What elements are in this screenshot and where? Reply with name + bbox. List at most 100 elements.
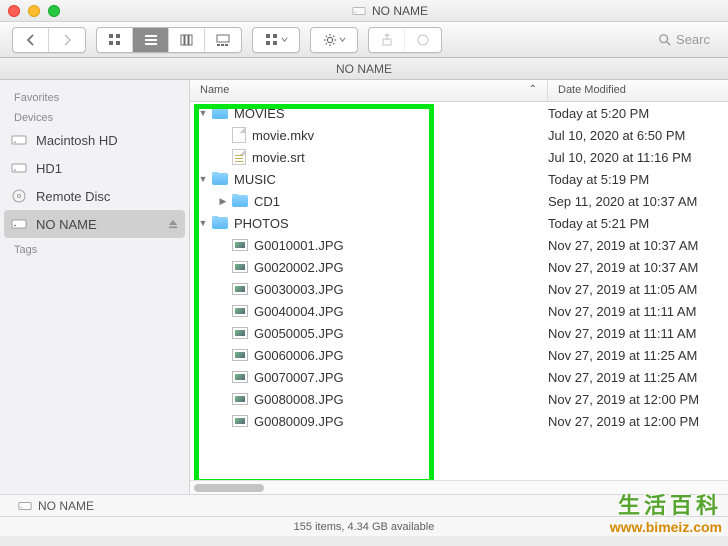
file-name: G0010001.JPG bbox=[254, 238, 344, 253]
disclosure-open-icon[interactable]: ▼ bbox=[198, 108, 208, 118]
titlebar: NO NAME bbox=[0, 0, 728, 22]
list-row[interactable]: ▼ MUSIC Today at 5:19 PM bbox=[190, 168, 728, 190]
maximize-icon[interactable] bbox=[48, 5, 60, 17]
disc-icon bbox=[10, 187, 28, 205]
file-date: Nov 27, 2019 at 10:37 AM bbox=[548, 238, 728, 253]
arrange-button[interactable] bbox=[253, 28, 299, 52]
list-row[interactable]: G0030003.JPGNov 27, 2019 at 11:05 AM bbox=[190, 278, 728, 300]
back-button[interactable] bbox=[13, 28, 49, 52]
action-button[interactable] bbox=[311, 28, 357, 52]
view-group bbox=[96, 27, 242, 53]
drive-icon bbox=[352, 4, 366, 18]
file-date: Nov 27, 2019 at 11:25 AM bbox=[548, 370, 728, 385]
search-placeholder: Searc bbox=[676, 32, 710, 47]
disclosure-open-icon[interactable]: ▼ bbox=[198, 174, 208, 184]
window-title: NO NAME bbox=[60, 4, 720, 18]
file-date: Today at 5:21 PM bbox=[548, 216, 728, 231]
sidebar-item[interactable]: Macintosh HD bbox=[0, 126, 189, 154]
window-controls bbox=[8, 5, 60, 17]
disclosure-open-icon[interactable]: ▼ bbox=[198, 218, 208, 228]
file-date: Today at 5:19 PM bbox=[548, 172, 728, 187]
file-name: MOVIES bbox=[234, 106, 285, 121]
tags-button[interactable] bbox=[405, 28, 441, 52]
action-group bbox=[310, 27, 358, 53]
sidebar-item[interactable]: HD1 bbox=[0, 154, 189, 182]
file-name: G0030003.JPG bbox=[254, 282, 344, 297]
file-name: PHOTOS bbox=[234, 216, 289, 231]
folder-icon bbox=[212, 217, 228, 229]
file-date: Nov 27, 2019 at 11:25 AM bbox=[548, 348, 728, 363]
search-field[interactable]: Searc bbox=[652, 28, 716, 51]
list-row[interactable]: ▼MOVIESToday at 5:20 PM bbox=[190, 102, 728, 124]
column-date[interactable]: Date Modified bbox=[548, 80, 728, 101]
sidebar-section-label: Tags bbox=[0, 238, 189, 258]
scrollbar-thumb[interactable] bbox=[194, 484, 264, 492]
file-list: Name ⌃ Date Modified ▼ MOVIES Today at 5:2… bbox=[190, 80, 728, 494]
share-button[interactable] bbox=[369, 28, 405, 52]
hdd-icon bbox=[10, 131, 28, 149]
sidebar-item[interactable]: NO NAME bbox=[4, 210, 185, 238]
sidebar-item[interactable]: Remote Disc bbox=[0, 182, 189, 210]
list-row[interactable]: G0050005.JPGNov 27, 2019 at 11:11 AM bbox=[190, 322, 728, 344]
eject-icon[interactable] bbox=[167, 218, 179, 230]
rows-container: ▼MOVIESToday at 5:20 PMmovie.mkvJul 10, … bbox=[190, 102, 728, 480]
column-name[interactable]: Name ⌃ bbox=[190, 80, 548, 101]
list-row[interactable]: G0060006.JPG Nov 27, 2019 at 11:25 AM bbox=[190, 344, 728, 366]
folder-icon bbox=[212, 173, 228, 185]
file-date: Nov 27, 2019 at 12:00 PM bbox=[548, 414, 728, 429]
file-name: G0020002.JPG bbox=[254, 260, 344, 275]
file-date: Nov 27, 2019 at 12:00 PM bbox=[548, 392, 728, 407]
list-row[interactable]: movie.mkv Jul 10, 2020 at 6:50 PM bbox=[190, 124, 728, 146]
sidebar: FavoritesDevicesMacintosh HDHD1Remote Di… bbox=[0, 80, 190, 494]
list-row[interactable]: ▼ PHOTOS Today at 5:21 PM bbox=[190, 212, 728, 234]
file-date: Jul 10, 2020 at 6:50 PM bbox=[548, 128, 728, 143]
file-name: G0080008.JPG bbox=[254, 392, 344, 407]
toolbar: Searc bbox=[0, 22, 728, 58]
file-date: Nov 27, 2019 at 11:11 AM bbox=[548, 326, 728, 341]
sidebar-item-label: NO NAME bbox=[36, 217, 97, 232]
list-row[interactable]: G0080008.JPG Nov 27, 2019 at 12:00 PM bbox=[190, 388, 728, 410]
file-name: movie.srt bbox=[252, 150, 305, 165]
view-list-button[interactable] bbox=[133, 28, 169, 52]
file-name: G0060006.JPG bbox=[254, 348, 344, 363]
hdd-icon bbox=[10, 159, 28, 177]
file-name: G0070007.JPG bbox=[254, 370, 344, 385]
subtitle-file-icon bbox=[232, 149, 246, 165]
chevron-down-icon bbox=[339, 36, 346, 43]
search-icon bbox=[658, 33, 672, 47]
view-gallery-button[interactable] bbox=[205, 28, 241, 52]
image-icon bbox=[232, 327, 248, 339]
file-name: G0040004.JPG bbox=[254, 304, 344, 319]
list-row[interactable]: G0020002.JPGNov 27, 2019 at 10:37 AM bbox=[190, 256, 728, 278]
list-row[interactable]: movie.srt Jul 10, 2020 at 11:16 PM bbox=[190, 146, 728, 168]
view-column-button[interactable] bbox=[169, 28, 205, 52]
file-icon bbox=[232, 127, 246, 143]
image-icon bbox=[232, 305, 248, 317]
horizontal-scrollbar[interactable] bbox=[190, 480, 728, 494]
file-name: MUSIC bbox=[234, 172, 276, 187]
tag-icon bbox=[416, 33, 430, 47]
main-area: FavoritesDevicesMacintosh HDHD1Remote Di… bbox=[0, 80, 728, 494]
drive-icon bbox=[18, 499, 32, 513]
list-row[interactable]: ▶CD1Sep 11, 2020 at 10:37 AM bbox=[190, 190, 728, 212]
nav-group bbox=[12, 27, 86, 53]
image-icon bbox=[232, 349, 248, 361]
sidebar-item-label: Macintosh HD bbox=[36, 133, 118, 148]
share-group bbox=[368, 27, 442, 53]
list-row[interactable]: G0070007.JPG Nov 27, 2019 at 11:25 AM bbox=[190, 366, 728, 388]
chevron-down-icon bbox=[281, 36, 288, 43]
forward-button[interactable] bbox=[49, 28, 85, 52]
image-icon bbox=[232, 261, 248, 273]
list-row[interactable]: G0010001.JPG Nov 27, 2019 at 10:37 AM bbox=[190, 234, 728, 256]
list-row[interactable]: G0040004.JPGNov 27, 2019 at 11:11 AM bbox=[190, 300, 728, 322]
list-row[interactable]: G0080009.JPGNov 27, 2019 at 12:00 PM bbox=[190, 410, 728, 432]
file-name: movie.mkv bbox=[252, 128, 314, 143]
view-icons-button[interactable] bbox=[97, 28, 133, 52]
sidebar-item-label: HD1 bbox=[36, 161, 62, 176]
disclosure-closed-icon[interactable]: ▶ bbox=[218, 196, 228, 207]
file-date: Jul 10, 2020 at 11:16 PM bbox=[548, 150, 728, 165]
image-icon bbox=[232, 415, 248, 427]
close-icon[interactable] bbox=[8, 5, 20, 17]
file-date: Sep 11, 2020 at 10:37 AM bbox=[548, 194, 728, 209]
minimize-icon[interactable] bbox=[28, 5, 40, 17]
